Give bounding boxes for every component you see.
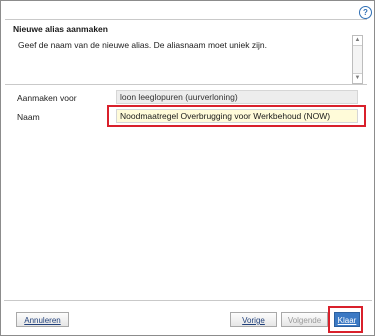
create-for-label: Aanmaken voor — [17, 93, 77, 103]
header-description: Geef de naam van de nieuwe alias. De ali… — [18, 40, 268, 50]
name-field-highlight — [107, 105, 366, 127]
scroll-up-arrow-icon[interactable]: ▲ — [353, 36, 362, 46]
footer-divider — [4, 300, 372, 301]
previous-button[interactable]: Vorige — [230, 312, 277, 327]
cancel-button[interactable]: Annuleren — [16, 312, 69, 327]
question-mark-icon[interactable]: ? — [359, 6, 372, 19]
name-label: Naam — [17, 112, 40, 122]
description-scrollbar[interactable]: ▲ ▼ — [352, 35, 363, 84]
wizard-header: Nieuwe alias aanmaken Geef de naam van d… — [5, 19, 367, 85]
create-for-field: loon leeglopuren (uurverloning) — [116, 90, 358, 104]
header-title: Nieuwe alias aanmaken — [13, 24, 108, 34]
alias-wizard-dialog: ? Nieuwe alias aanmaken Geef de naam van… — [0, 0, 375, 336]
scroll-down-arrow-icon[interactable]: ▼ — [353, 73, 362, 83]
next-button[interactable]: Volgende — [281, 312, 328, 327]
finish-button-highlight — [328, 306, 363, 333]
